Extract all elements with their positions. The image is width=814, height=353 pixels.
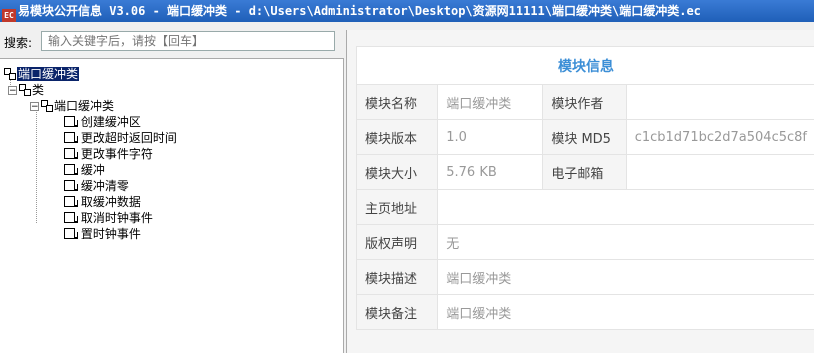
method-icon [64,196,78,207]
tree-method-item[interactable]: 创建缓冲区 [64,114,141,130]
title-bar: EC 易模块公开信息 V3.06 - 端口缓冲类 - d:\Users\Admin… [0,0,814,22]
method-icon [64,148,78,159]
module-tree[interactable]: 端口缓冲类 − 类 − 端口缓冲类 创建缓冲区 更改超时返回时间 更改事件字符 缓冲… [0,58,344,353]
tree-method-item[interactable]: 置时钟事件 [64,226,141,242]
tree-method-item[interactable]: 取缓冲数据 [64,194,141,210]
field-value: 无 [437,224,814,260]
field-value: 端口缓冲类 [437,84,544,120]
info-header: 模块信息 [356,46,814,85]
field-value: 1.0 [437,119,544,155]
tree-class-label: 端口缓冲类 [54,99,115,113]
field-label: 模块大小 [355,154,439,190]
field-label: 模块描述 [355,259,439,295]
tree-root-label: 端口缓冲类 [15,66,81,82]
table-row: 版权声明 无 [355,224,814,260]
method-icon [64,228,78,239]
module-info-table: 模块信息 模块名称 端口缓冲类 模块作者 模块版本 1.0 模块 MD5 c1c… [355,46,814,330]
table-row: 模块描述 端口缓冲类 [355,259,814,295]
tree-classes-label: 类 [32,83,45,97]
method-icon [64,164,78,175]
tree-method-item[interactable]: 取消时钟事件 [64,210,153,226]
field-label: 模块备注 [355,294,439,330]
field-value [625,84,814,120]
field-value [625,154,814,190]
tree-method-item[interactable]: 缓冲清零 [64,178,129,194]
table-row: 模块名称 端口缓冲类 模块作者 [355,84,814,120]
search-label: 搜索: [4,36,33,50]
info-panel: 模块信息 模块名称 端口缓冲类 模块作者 模块版本 1.0 模块 MD5 c1c… [346,30,814,353]
tree-method-item[interactable]: 缓冲 [64,162,105,178]
method-icon [64,116,78,127]
search-row: 搜索: [0,28,344,56]
tree-node-class[interactable]: − 端口缓冲类 [30,98,114,114]
method-icon [64,180,78,191]
tree-method-item[interactable]: 更改事件字符 [64,146,153,162]
field-label: 模块版本 [355,119,439,155]
method-icon [64,132,78,143]
field-label: 模块 MD5 [542,119,627,155]
collapse-icon[interactable]: − [8,86,17,96]
table-row: 模块版本 1.0 模块 MD5 c1cb1d71bc2d7a504c5c8f [355,119,814,155]
app-icon: EC [2,9,16,22]
field-label: 主页地址 [355,189,439,225]
table-row: 模块备注 端口缓冲类 [355,294,814,330]
table-row: 模块大小 5.76 KB 电子邮箱 [355,154,814,190]
module-icon [4,68,16,80]
field-label: 版权声明 [355,224,439,260]
field-label: 电子邮箱 [542,154,627,190]
class-icon [41,100,53,112]
window-title: 易模块公开信息 V3.06 - 端口缓冲类 - d:\Users\Adminis… [18,4,701,18]
tree-method-item[interactable]: 更改超时返回时间 [64,130,177,146]
tree-root-node[interactable]: 端口缓冲类 [4,66,81,82]
collapse-icon[interactable]: − [30,102,39,112]
field-value: 端口缓冲类 [437,294,814,330]
field-label: 模块名称 [355,84,439,120]
field-value: 端口缓冲类 [437,259,814,295]
table-row: 主页地址 [355,189,814,225]
field-label: 模块作者 [542,84,627,120]
field-value [437,189,814,225]
folder-icon [19,84,31,96]
field-value: c1cb1d71bc2d7a504c5c8f [625,119,814,155]
tree-node-classes[interactable]: − 类 [8,82,44,98]
method-icon [64,212,78,223]
field-value: 5.76 KB [437,154,544,190]
search-input[interactable] [41,31,335,51]
